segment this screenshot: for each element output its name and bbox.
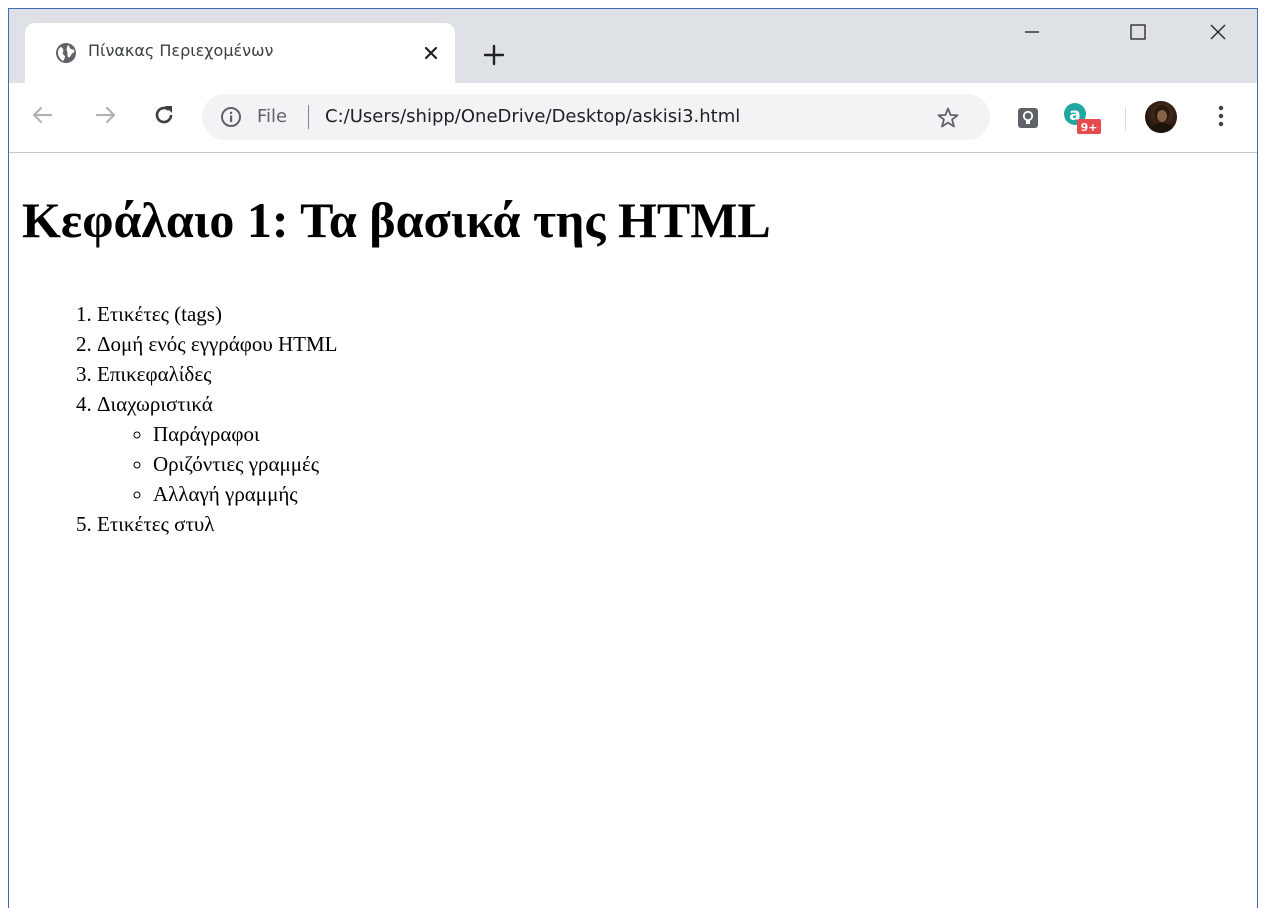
chapter-list: Ετικέτες (tags) Δομή ενός εγγράφου HTML … — [9, 299, 338, 539]
back-button[interactable] — [25, 100, 59, 134]
address-bar[interactable]: File C:/Users/shipp/OneDrive/Desktop/ask… — [202, 94, 990, 140]
arrow-left-icon — [31, 104, 53, 131]
maximize-icon — [1129, 23, 1147, 46]
close-icon[interactable] — [418, 40, 444, 66]
arrow-right-icon — [95, 104, 117, 131]
star-icon[interactable] — [935, 105, 961, 131]
scheme-label: File — [257, 106, 288, 127]
browser-menu-button[interactable] — [1207, 103, 1235, 133]
kebab-icon — [1217, 104, 1225, 133]
new-tab-button[interactable] — [479, 42, 509, 72]
list-item-label: Δομή ενός εγγράφου HTML — [97, 332, 338, 356]
list-item: Ετικέτες (tags) — [97, 299, 338, 329]
url-text[interactable]: C:/Users/shipp/OneDrive/Desktop/askisi3.… — [325, 106, 740, 127]
list-item-label: Ετικέτες (tags) — [97, 302, 222, 326]
avatar[interactable] — [1145, 101, 1177, 133]
sub-list-item: Αλλαγή γραμμής — [153, 479, 338, 509]
plus-icon — [483, 44, 505, 71]
sub-list-item: Παράγραφοι — [153, 419, 338, 449]
keep-extension-icon[interactable] — [1013, 103, 1043, 133]
list-item-label: Διαχωριστικά — [97, 392, 213, 416]
minimize-icon — [1023, 23, 1041, 46]
list-item: Διαχωριστικά Παράγραφοι Οριζόντιες γραμμ… — [97, 389, 338, 509]
list-item-label: Ετικέτες στυλ — [97, 512, 215, 536]
address-separator — [308, 105, 309, 129]
sub-list-item: Οριζόντιες γραμμές — [153, 449, 338, 479]
window-close-button[interactable] — [1195, 19, 1241, 49]
reload-button[interactable] — [147, 100, 181, 134]
browser-tab[interactable]: Πίνακας Περιεχομένων — [25, 23, 455, 83]
browser-window: Πίνακας Περιεχομένων File C:/Users/shipp… — [8, 8, 1258, 908]
adblock-extension-icon[interactable]: a 9+ — [1061, 100, 1101, 134]
info-icon[interactable] — [220, 106, 242, 128]
forward-button[interactable] — [89, 100, 123, 134]
tab-title: Πίνακας Περιεχομένων — [88, 41, 274, 60]
toolbar-divider — [1125, 107, 1126, 131]
sub-list: Παράγραφοι Οριζόντιες γραμμές Αλλαγή γρα… — [97, 419, 338, 509]
browser-toolbar: File C:/Users/shipp/OneDrive/Desktop/ask… — [9, 83, 1257, 153]
extension-badge: 9+ — [1081, 121, 1098, 134]
list-item: Επικεφαλίδες — [97, 359, 338, 389]
page-title: Κεφάλαιο 1: Τα βασικά της HTML — [22, 192, 771, 248]
minimize-button[interactable] — [1009, 19, 1055, 49]
reload-icon — [152, 103, 176, 132]
maximize-button[interactable] — [1115, 19, 1161, 49]
tab-strip: Πίνακας Περιεχομένων — [9, 9, 1257, 83]
list-item: Δομή ενός εγγράφου HTML — [97, 329, 338, 359]
list-item-label: Επικεφαλίδες — [97, 362, 212, 386]
list-item: Ετικέτες στυλ — [97, 509, 338, 539]
page-content: Κεφάλαιο 1: Τα βασικά της HTML Ετικέτες … — [9, 153, 1257, 908]
globe-icon — [55, 42, 77, 64]
close-icon — [1209, 23, 1227, 46]
